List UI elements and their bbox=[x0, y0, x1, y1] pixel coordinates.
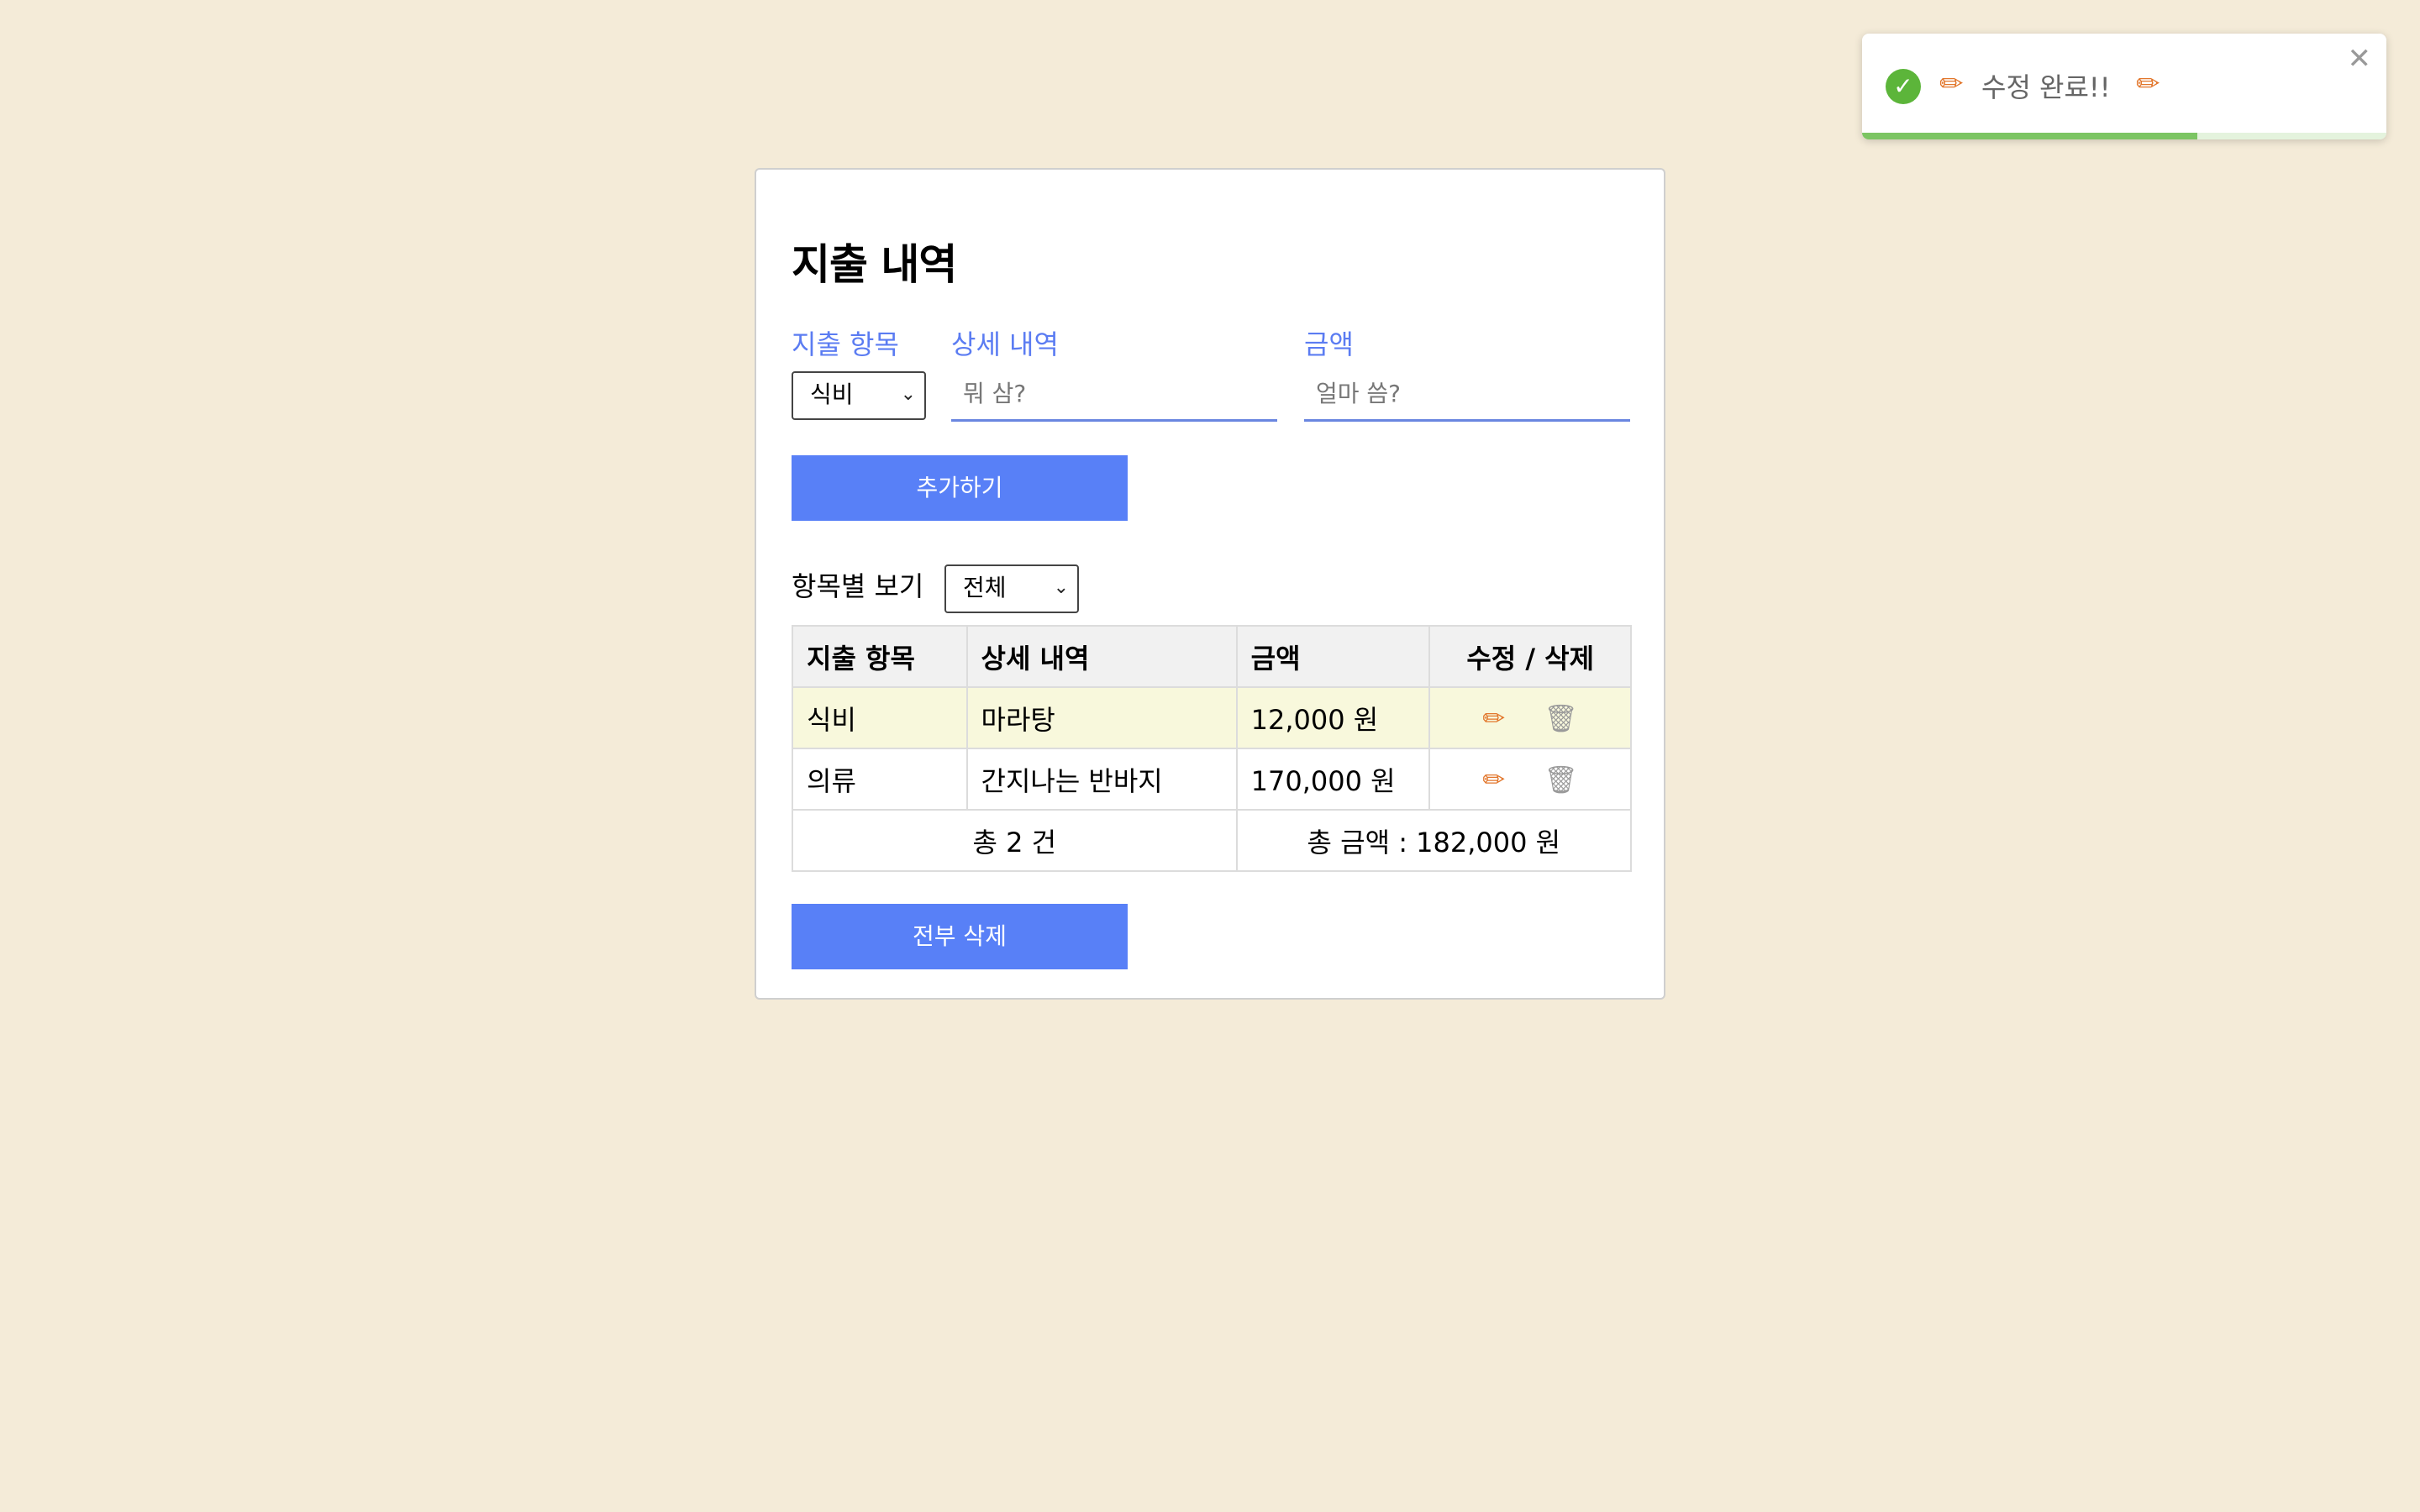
total-amount: 총 금액 : 182,000 원 bbox=[1235, 809, 1633, 872]
toast-progress-track bbox=[1862, 133, 2386, 139]
expense-table: 지출 항목 상세 내역 금액 수정 / 삭제 식비 마라탕 12,000 원 ✏… bbox=[792, 625, 1633, 872]
pencil-icon: ✏ bbox=[1939, 67, 1964, 101]
toast-message: 수정 완료!! bbox=[1981, 71, 2111, 103]
detail-label: 상세 내역 bbox=[951, 328, 1059, 360]
toast-notification: ✓ ✏ 수정 완료!! ✏ ✕ bbox=[1862, 34, 2386, 139]
pencil-icon[interactable]: ✏ bbox=[1482, 701, 1505, 735]
page-title: 지출 내역 bbox=[792, 240, 957, 289]
category-label: 지출 항목 bbox=[792, 328, 899, 360]
filter-select-value: 전체 bbox=[963, 574, 1007, 601]
row-category: 식비 bbox=[792, 686, 968, 749]
table-footer-row: 총 2 건 총 금액 : 182,000 원 bbox=[792, 809, 1633, 872]
filter-label: 항목별 보기 bbox=[792, 570, 924, 602]
trash-icon[interactable]: 🗑 bbox=[1544, 763, 1578, 796]
expense-panel: 지출 내역 지출 항목 상세 내역 금액 식비 ⌄ 추가하기 항목별 보기 전체… bbox=[755, 168, 1665, 1000]
filter-select[interactable]: 전체 ⌄ bbox=[944, 564, 1079, 613]
row-detail: 간지나는 반바지 bbox=[965, 748, 1238, 811]
header-category: 지출 항목 bbox=[792, 625, 968, 688]
trash-icon[interactable]: 🗑 bbox=[1544, 701, 1578, 735]
close-icon[interactable]: ✕ bbox=[2348, 42, 2372, 76]
chevron-down-icon: ⌄ bbox=[1053, 577, 1069, 598]
table-row: 식비 마라탕 12,000 원 ✏ 🗑 bbox=[792, 686, 1632, 749]
header-actions: 수정 / 삭제 bbox=[1428, 625, 1632, 688]
pencil-icon: ✏ bbox=[2136, 67, 2160, 101]
detail-input[interactable] bbox=[951, 368, 1277, 422]
header-detail: 상세 내역 bbox=[965, 625, 1238, 688]
row-actions: ✏ 🗑 bbox=[1428, 748, 1632, 811]
total-count: 총 2 건 bbox=[792, 809, 1238, 872]
row-category: 의류 bbox=[792, 748, 968, 811]
chevron-down-icon: ⌄ bbox=[900, 384, 916, 405]
check-circle-icon: ✓ bbox=[1886, 69, 1921, 104]
amount-label: 금액 bbox=[1304, 328, 1354, 360]
pencil-icon[interactable]: ✏ bbox=[1482, 763, 1505, 796]
table-header-row: 지출 항목 상세 내역 금액 수정 / 삭제 bbox=[792, 625, 1632, 688]
delete-all-button[interactable]: 전부 삭제 bbox=[792, 904, 1128, 969]
toast-progress-bar bbox=[1862, 133, 2198, 139]
row-detail: 마라탕 bbox=[965, 686, 1238, 749]
row-actions: ✏ 🗑 bbox=[1428, 686, 1632, 749]
category-select-value: 식비 bbox=[810, 381, 854, 408]
row-amount: 12,000 원 bbox=[1235, 686, 1431, 749]
amount-input[interactable] bbox=[1304, 368, 1630, 422]
add-button[interactable]: 추가하기 bbox=[792, 455, 1128, 521]
category-select[interactable]: 식비 ⌄ bbox=[792, 371, 926, 420]
table-row: 의류 간지나는 반바지 170,000 원 ✏ 🗑 bbox=[792, 748, 1632, 811]
header-amount: 금액 bbox=[1235, 625, 1431, 688]
row-amount: 170,000 원 bbox=[1235, 748, 1431, 811]
